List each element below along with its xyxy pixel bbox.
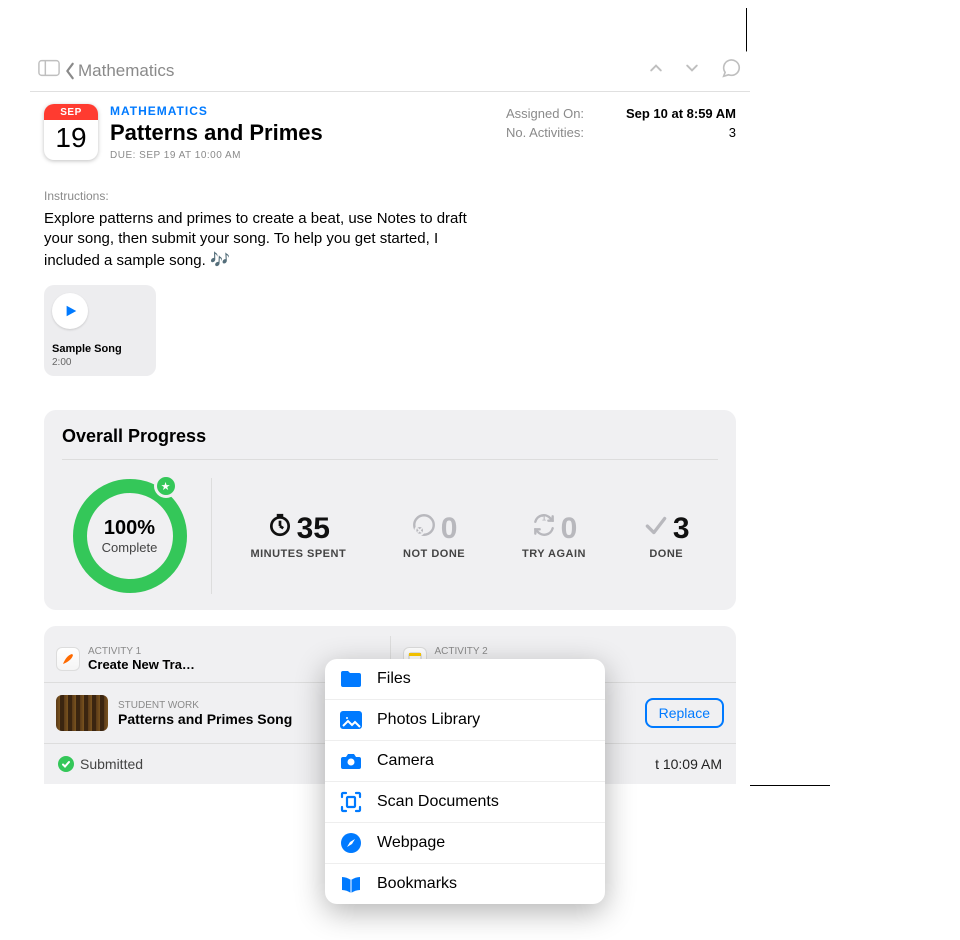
- assignment-title: Patterns and Primes: [110, 120, 494, 146]
- activity-1-title: Create New Tra…: [88, 657, 195, 672]
- menu-photos[interactable]: Photos Library: [325, 700, 605, 741]
- menu-bookmarks[interactable]: Bookmarks: [325, 864, 605, 904]
- assigned-value: Sep 10 at 8:59 AM: [626, 106, 736, 121]
- message-icon[interactable]: [720, 57, 742, 84]
- done-value: 3: [673, 512, 690, 546]
- done-label: DONE: [643, 548, 690, 560]
- attach-source-menu: Files Photos Library Camera Scan Documen…: [325, 659, 605, 904]
- chevron-up-icon[interactable]: [648, 60, 664, 81]
- progress-ring: ★ 100% Complete: [72, 478, 188, 594]
- svg-text:1: 1: [542, 514, 546, 523]
- status-text: Submitted: [80, 756, 143, 772]
- not-done-value: 0: [441, 512, 458, 546]
- try-again-value: 0: [561, 512, 578, 546]
- progress-title: Overall Progress: [62, 426, 718, 460]
- submitted-check-icon: [58, 756, 74, 772]
- activity-1-label: ACTIVITY 1: [88, 646, 195, 657]
- menu-camera-label: Camera: [377, 752, 434, 770]
- menu-bookmarks-label: Bookmarks: [377, 875, 457, 893]
- stat-not-done: 0 NOT DONE: [403, 512, 465, 560]
- menu-camera[interactable]: Camera: [325, 741, 605, 782]
- class-name: MATHEMATICS: [110, 104, 494, 118]
- assignment-header: SEP 19 MATHEMATICS Patterns and Primes D…: [30, 92, 750, 161]
- menu-scan-label: Scan Documents: [377, 793, 499, 811]
- percent-label: Complete: [102, 540, 158, 555]
- stat-minutes: 35 MINUTES SPENT: [250, 512, 346, 560]
- assignment-meta: Assigned On: Sep 10 at 8:59 AM No. Activ…: [506, 104, 736, 161]
- back-label: Mathematics: [78, 61, 174, 81]
- clock-icon: [267, 512, 293, 546]
- folder-icon: [339, 669, 363, 689]
- menu-webpage-label: Webpage: [377, 834, 445, 852]
- navbar: Mathematics: [30, 50, 750, 92]
- music-notes-emoji: 🎶: [210, 252, 230, 269]
- garageband-icon: [56, 647, 80, 671]
- calendar-day: 19: [55, 122, 86, 154]
- activities-count: 3: [729, 125, 736, 140]
- chevron-down-icon[interactable]: [684, 60, 700, 81]
- camera-icon: [339, 751, 363, 771]
- overall-progress-card: Overall Progress ★ 100% Complete: [44, 410, 736, 610]
- back-button[interactable]: Mathematics: [64, 61, 174, 81]
- instructions-body: Explore patterns and primes to create a …: [44, 210, 467, 269]
- sidebar-toggle-icon[interactable]: [38, 59, 60, 82]
- calendar-badge: SEP 19: [44, 104, 98, 160]
- try-again-label: TRY AGAIN: [522, 548, 586, 560]
- menu-files[interactable]: Files: [325, 659, 605, 700]
- instructions-label: Instructions:: [30, 161, 750, 203]
- attachment-title: Sample Song: [52, 343, 148, 355]
- book-icon: [339, 874, 363, 894]
- sample-song-attachment[interactable]: Sample Song 2:00: [44, 285, 156, 376]
- instructions-text: Explore patterns and primes to create a …: [30, 203, 500, 271]
- minutes-value: 35: [297, 512, 330, 546]
- menu-photos-label: Photos Library: [377, 711, 480, 729]
- status-time: t 10:09 AM: [655, 756, 722, 772]
- menu-files-label: Files: [377, 670, 411, 688]
- safari-icon: [339, 833, 363, 853]
- percent-complete: 100%: [104, 517, 155, 540]
- play-icon[interactable]: [52, 293, 88, 329]
- scan-icon: [339, 792, 363, 812]
- not-done-icon: [411, 512, 437, 546]
- work-thumbnail: [56, 695, 108, 731]
- replace-button[interactable]: Replace: [645, 698, 724, 728]
- photo-icon: [339, 710, 363, 730]
- try-again-icon: 1: [531, 512, 557, 546]
- attachment-duration: 2:00: [52, 357, 148, 368]
- assigned-label: Assigned On:: [506, 106, 584, 121]
- activities-count-label: No. Activities:: [506, 125, 584, 140]
- stat-try-again: 1 0 TRY AGAIN: [522, 512, 586, 560]
- activity-2-label: ACTIVITY 2: [435, 646, 514, 657]
- menu-scan[interactable]: Scan Documents: [325, 782, 605, 823]
- calendar-month: SEP: [44, 104, 98, 120]
- due-date: DUE: SEP 19 AT 10:00 AM: [110, 150, 494, 161]
- minutes-label: MINUTES SPENT: [250, 548, 346, 560]
- stat-done: 3 DONE: [643, 512, 690, 560]
- not-done-label: NOT DONE: [403, 548, 465, 560]
- checkmark-icon: [643, 512, 669, 546]
- menu-webpage[interactable]: Webpage: [325, 823, 605, 864]
